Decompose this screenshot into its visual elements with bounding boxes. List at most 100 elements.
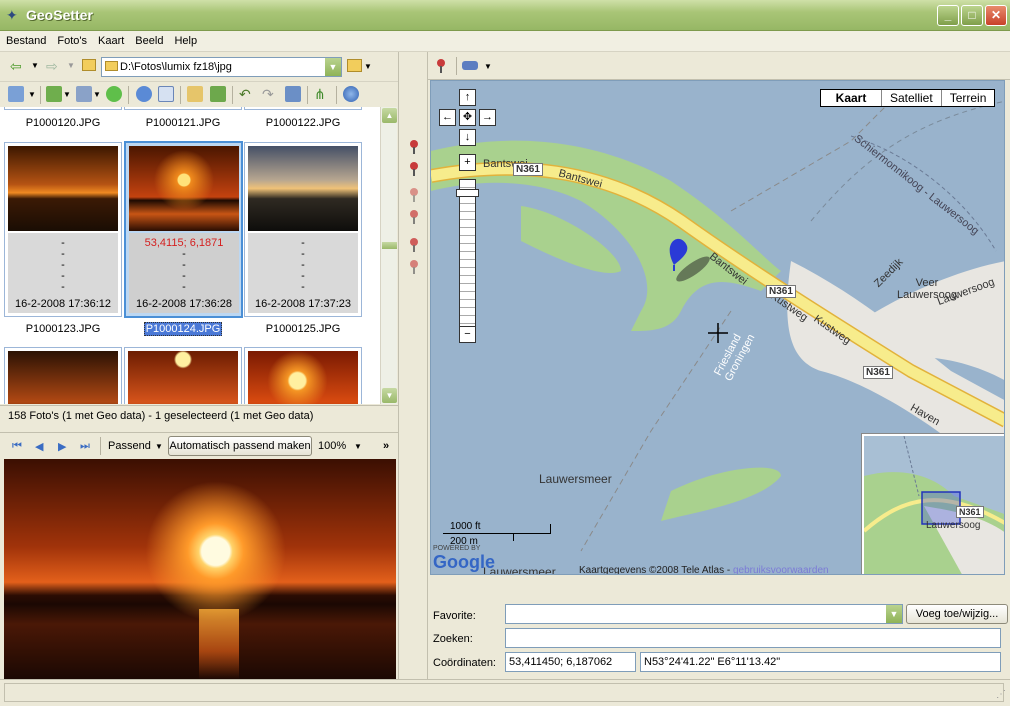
fit-mode-dropdown[interactable]: Passend (108, 440, 151, 452)
zoom-out-button[interactable]: − (459, 326, 476, 343)
last-photo-icon[interactable]: ⏭ (80, 440, 91, 452)
coordinates-decimal-field[interactable]: 53,411450; 6,187062 (505, 652, 636, 672)
pan-left-button[interactable]: ← (439, 109, 456, 126)
path-combobox[interactable]: D:\Fotos\lumix fz18\jpg ▼ (101, 57, 342, 77)
car-dropdown-icon[interactable]: ▼ (484, 62, 492, 71)
zoom-slider-knob[interactable] (456, 189, 479, 197)
refresh-icon[interactable] (106, 86, 122, 102)
place-label: Lauwersoog (926, 520, 981, 531)
filter-dropdown-icon[interactable]: ▼ (93, 90, 101, 99)
map-type-satelliet[interactable]: Satelliet (881, 90, 941, 106)
meta-line: - (301, 281, 305, 293)
pan-up-button[interactable]: ↑ (459, 89, 476, 106)
map-type-terrein[interactable]: Terrein (940, 90, 995, 106)
comment-icon[interactable] (158, 86, 174, 102)
fit-mode-dropdown-icon[interactable]: ▼ (155, 442, 163, 451)
sort-dropdown-icon[interactable]: ▼ (63, 90, 71, 99)
globe-icon[interactable] (343, 86, 359, 102)
car-icon[interactable] (462, 61, 478, 70)
menu-bestand[interactable]: Bestand (0, 31, 51, 47)
resize-grip-icon[interactable]: ⋰ (996, 689, 1006, 700)
scroll-up-button[interactable]: ▲ (382, 108, 397, 123)
thumbnail-card[interactable]: - - - - - 16-2-2008 17:36:12 (4, 142, 122, 317)
filter-icon[interactable] (76, 86, 92, 102)
zoom-slider[interactable] (459, 179, 476, 329)
thumbnail-card[interactable] (244, 347, 362, 404)
back-dropdown-icon[interactable]: ▼ (31, 61, 39, 70)
previous-photo-icon[interactable]: ◀ (35, 440, 46, 453)
search-position-icon[interactable] (408, 238, 420, 252)
pan-right-button[interactable]: → (479, 109, 496, 126)
view-mode-dropdown-icon[interactable]: ▼ (28, 90, 36, 99)
favorite-combobox[interactable]: ▼ (505, 604, 903, 624)
position-info-icon[interactable] (408, 260, 420, 274)
path-dropdown-button[interactable]: ▼ (325, 58, 341, 76)
edit-data-icon[interactable] (187, 86, 203, 102)
maximize-button[interactable]: □ (961, 5, 983, 26)
remove-position-icon[interactable] (408, 188, 420, 202)
menu-beeld[interactable]: Beeld (129, 31, 168, 47)
undo-icon[interactable]: ↶ (239, 86, 255, 102)
menu-help[interactable]: Help (168, 31, 202, 47)
zoom-in-button[interactable]: + (459, 154, 476, 171)
take-position-icon[interactable] (408, 162, 420, 176)
next-photo-icon[interactable]: ▶ (58, 440, 69, 453)
auto-fit-button[interactable]: Automatisch passend maken (168, 436, 312, 456)
pan-center-button[interactable]: ✥ (459, 109, 476, 126)
favorite-dropdown-button[interactable]: ▼ (886, 605, 902, 623)
zoom-dropdown[interactable]: 100% (318, 440, 346, 452)
overflow-chevron-icon[interactable]: » (383, 440, 389, 452)
map-type-kaart[interactable]: Kaart (821, 90, 881, 106)
thumbnail-card[interactable] (124, 347, 242, 404)
photo-date: 16-2-2008 17:37:23 (254, 298, 352, 310)
toolbar-separator (336, 86, 337, 104)
tree-icon[interactable]: ⋔ (314, 86, 330, 102)
thumbnail-scrollbar[interactable]: ▲ ▼ (380, 107, 397, 404)
forward-dropdown-icon[interactable]: ▼ (67, 61, 75, 70)
image-icon[interactable] (210, 86, 226, 102)
coordinates-dms-field[interactable]: N53°24'41.22" E6°11'13.42" (640, 652, 1001, 672)
google-logo[interactable]: Google (433, 552, 495, 573)
close-button[interactable]: ✕ (985, 5, 1007, 26)
status-bar: ⋰ (0, 679, 1010, 706)
scroll-down-button[interactable]: ▼ (382, 388, 397, 403)
pan-down-button[interactable]: ↓ (459, 129, 476, 146)
forward-arrow-icon[interactable]: ⇨ (46, 58, 58, 75)
terms-link[interactable]: gebruiksvoorwaarden (733, 565, 829, 574)
assign-position-icon[interactable] (408, 140, 420, 154)
redo-icon[interactable]: ↷ (262, 86, 278, 102)
show-positions-icon[interactable] (408, 210, 420, 224)
path-value: D:\Fotos\lumix fz18\jpg (120, 61, 232, 73)
menu-kaart[interactable]: Kaart (92, 31, 129, 47)
thumbnail-image (248, 146, 358, 231)
search-input[interactable] (505, 628, 1001, 648)
add-favorite-button[interactable]: Voeg toe/wijzig... (906, 604, 1008, 624)
folder-up-icon[interactable] (82, 59, 96, 71)
map-view[interactable]: Kaart Satelliet Terrein ↑ ← ✥ → ↓ + − Ba… (430, 80, 1005, 575)
menu-bar: Bestand Foto's Kaart Beeld Help (0, 31, 1010, 52)
first-photo-icon[interactable]: ⏮ (12, 440, 23, 452)
minimize-button[interactable]: _ (937, 5, 959, 26)
thumbnail-filename: P1000120.JPG (25, 117, 101, 129)
scroll-thumb[interactable] (382, 242, 397, 249)
zoom-dropdown-icon[interactable]: ▼ (354, 442, 362, 451)
info-icon[interactable] (136, 86, 152, 102)
selection-summary: 158 Foto's (1 met Geo data) - 1 geselect… (0, 405, 398, 427)
address-row: ⇦ ▼ ⇨ ▼ D:\Fotos\lumix fz18\jpg ▼ ▼ (0, 54, 398, 80)
folder-options-dropdown-icon[interactable]: ▼ (364, 62, 372, 71)
menu-fotos[interactable]: Foto's (51, 31, 92, 47)
view-mode-icon[interactable] (8, 86, 24, 102)
thumbnail-filename: P1000122.JPG (265, 117, 341, 129)
save-icon[interactable] (285, 86, 301, 102)
thumbnail-card[interactable] (4, 347, 122, 404)
overview-map[interactable]: N361 Lauwersoog (861, 433, 1004, 574)
powered-by: POWERED BY (433, 545, 481, 552)
photo-preview (4, 459, 396, 679)
folder-options-icon[interactable] (347, 59, 362, 72)
back-arrow-icon[interactable]: ⇦ (10, 58, 22, 75)
sort-icon[interactable] (46, 86, 62, 102)
marker-icon[interactable] (435, 59, 447, 73)
thumbnail-card[interactable]: - - - - - 16-2-2008 17:37:23 (244, 142, 362, 317)
thumbnail-card-selected[interactable]: 53,4115; 6,1871 - - - - 16-2-2008 17:36:… (124, 141, 243, 318)
photo-date: 16-2-2008 17:36:12 (14, 298, 112, 310)
